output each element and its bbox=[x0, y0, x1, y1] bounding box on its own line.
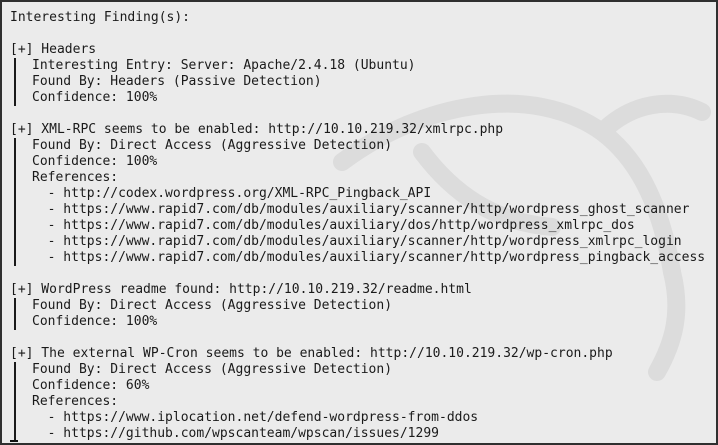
reference-link: - http://codex.wordpress.org/XML-RPC_Pin… bbox=[47, 186, 432, 201]
finding-detail: Confidence: 100% bbox=[32, 314, 158, 329]
finding-title-readme: [+] WordPress readme found: http://10.10… bbox=[10, 282, 472, 297]
finding-detail: References: bbox=[32, 394, 119, 409]
finding-detail: Confidence: 100% bbox=[32, 154, 158, 169]
reference-link: - https://github.com/wpscanteam/wpscan/i… bbox=[47, 426, 439, 441]
finding-detail: Confidence: 60% bbox=[32, 378, 150, 393]
reference-link: - https://www.rapid7.com/db/modules/auxi… bbox=[47, 234, 682, 249]
finding-detail: Found By: Headers (Passive Detection) bbox=[32, 74, 322, 89]
finding-detail: Found By: Direct Access (Aggressive Dete… bbox=[32, 138, 393, 153]
finding-title-xmlrpc: [+] XML-RPC seems to be enabled: http://… bbox=[10, 122, 504, 137]
reference-link: - https://www.rapid7.com/db/modules/auxi… bbox=[47, 202, 690, 217]
finding-detail: Interesting Entry: Server: Apache/2.4.18… bbox=[32, 58, 416, 73]
terminal-cursor bbox=[10, 440, 18, 442]
finding-detail: References: bbox=[32, 170, 119, 185]
finding-title-wpcron: [+] The external WP-Cron seems to be ena… bbox=[10, 346, 613, 361]
finding-title-headers: [+] Headers bbox=[10, 42, 97, 57]
finding-detail: Confidence: 100% bbox=[32, 90, 158, 105]
finding-detail: Found By: Direct Access (Aggressive Dete… bbox=[32, 298, 393, 313]
reference-link: - https://www.iplocation.net/defend-word… bbox=[47, 410, 479, 425]
finding-detail: Found By: Direct Access (Aggressive Dete… bbox=[32, 362, 393, 377]
reference-link: - https://www.rapid7.com/db/modules/auxi… bbox=[47, 218, 635, 233]
findings-header: Interesting Finding(s): bbox=[10, 10, 191, 25]
reference-link: - https://www.rapid7.com/db/modules/auxi… bbox=[47, 250, 706, 265]
terminal-window[interactable]: Interesting Finding(s): [+] Headers Inte… bbox=[0, 0, 718, 445]
